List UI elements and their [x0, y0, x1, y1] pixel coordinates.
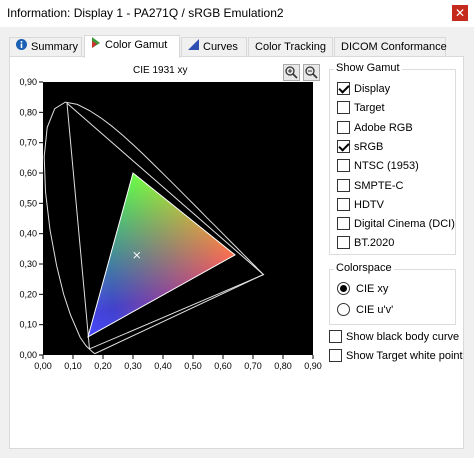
checkbox-smpte-c[interactable] — [337, 178, 350, 192]
checkbox-label: SMPTE-C — [354, 179, 404, 192]
tab-color-tracking-label: Color Tracking — [255, 41, 326, 53]
tab-summary[interactable]: Summary — [9, 37, 82, 56]
target-white-checkbox[interactable] — [329, 349, 342, 362]
checkbox-adobe-rgb[interactable] — [337, 120, 350, 134]
checkbox-srgb[interactable] — [337, 139, 350, 153]
checkbox-label: NTSC (1953) — [354, 160, 419, 173]
tab-curves-label: Curves — [203, 41, 238, 53]
tab-color-gamut[interactable]: Color Gamut — [84, 35, 180, 58]
zoom-out-icon — [305, 66, 318, 79]
tab-color-tracking[interactable]: Color Tracking — [248, 37, 333, 56]
checkbox-label: Digital Cinema (DCI) — [354, 218, 455, 231]
black-body-checkbox[interactable] — [329, 330, 342, 343]
checkbox-label: BT.2020 — [354, 237, 395, 250]
chart-title: CIE 1931 xy — [133, 65, 188, 76]
target-white-label: Show Target white point — [346, 350, 463, 362]
zoom-in-button[interactable] — [283, 64, 300, 81]
checkbox-label: Display — [354, 83, 391, 95]
checkbox-label: HDTV — [354, 198, 384, 211]
checkbox-display[interactable] — [337, 82, 350, 95]
radio-cie-uv[interactable] — [337, 303, 350, 316]
radio-cie-xy[interactable] — [337, 282, 350, 295]
gamut-icon — [91, 36, 101, 54]
black-body-label: Show black body curve — [346, 331, 460, 343]
colorspace-group: Colorspace — [329, 262, 456, 325]
checkbox-digital-cinema-dci[interactable] — [337, 217, 350, 231]
show-gamut-label: Show Gamut — [334, 62, 402, 74]
window-title: Information: Display 1 - PA271Q / sRGB E… — [7, 6, 284, 20]
zoom-out-button[interactable] — [303, 64, 320, 81]
checkbox-label: Target — [354, 102, 385, 115]
colorspace-label: Colorspace — [334, 262, 394, 274]
tab-summary-label: Summary — [31, 41, 79, 53]
checkbox-label: sRGB — [354, 140, 384, 153]
tab-curves[interactable]: Curves — [181, 37, 247, 56]
info-icon — [16, 38, 27, 56]
checkbox-ntsc-1953[interactable] — [337, 159, 350, 173]
tab-dicom-conformance[interactable]: DICOM Conformance — [334, 37, 447, 56]
radio-cie-xy-label: CIE xy — [356, 283, 389, 295]
checkbox-bt-2020[interactable] — [337, 236, 350, 250]
curves-icon — [188, 38, 199, 56]
tab-dicom-label: DICOM Conformance — [341, 41, 447, 53]
checkbox-target[interactable] — [337, 101, 350, 115]
tab-color-gamut-label: Color Gamut — [105, 39, 168, 51]
radio-cie-uv-label: CIE u'v' — [356, 304, 394, 316]
title-bar: Information: Display 1 - PA271Q / sRGB E… — [0, 0, 474, 27]
zoom-in-icon — [285, 66, 298, 79]
checkbox-hdtv[interactable] — [337, 197, 350, 211]
checkbox-label: Adobe RGB — [354, 121, 413, 134]
close-button[interactable]: ✕ — [452, 5, 468, 21]
